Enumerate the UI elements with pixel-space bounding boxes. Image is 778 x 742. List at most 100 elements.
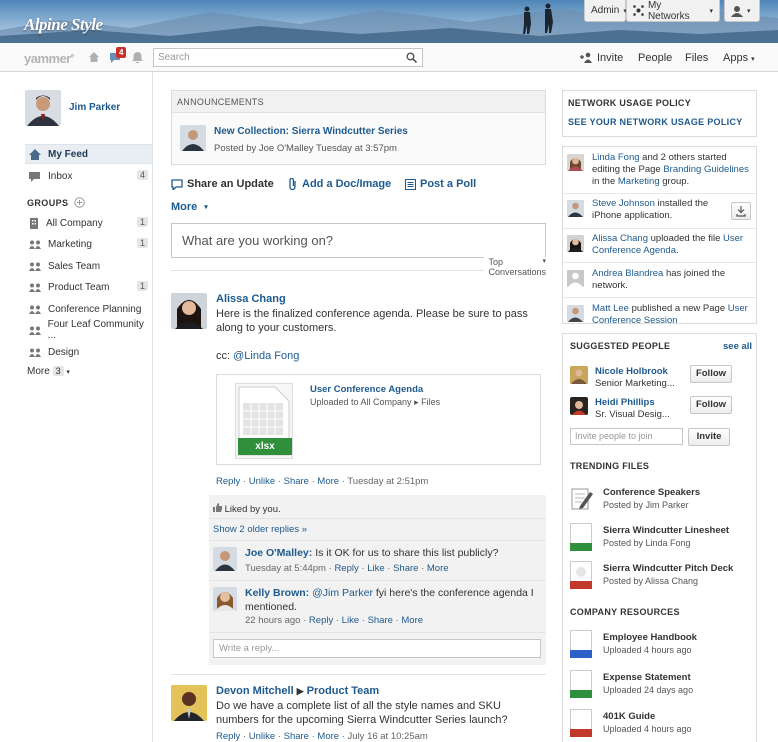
my-networks-button[interactable]: My Networks ▾ <box>626 0 720 22</box>
activity-avatar[interactable] <box>567 200 584 217</box>
profile-name-link[interactable]: Jim Parker <box>69 102 120 113</box>
home-icon[interactable] <box>88 51 100 63</box>
share-link[interactable]: Share <box>368 615 393 626</box>
show-older-replies-link[interactable]: Show 2 older replies » <box>213 524 307 535</box>
policy-link[interactable]: SEE YOUR NETWORK USAGE POLICY <box>568 117 743 127</box>
reply-timestamp[interactable]: 22 hours ago <box>245 615 300 626</box>
invite-button[interactable]: Invite <box>688 428 730 446</box>
add-group-icon[interactable] <box>74 197 86 208</box>
suggested-person-name[interactable]: Heidi Phillips <box>595 397 655 408</box>
share-link[interactable]: Share <box>284 731 309 742</box>
sidebar-item-my-feed[interactable]: My Feed <box>25 144 152 164</box>
activity-avatar[interactable] <box>567 305 584 322</box>
notifications-bell-icon[interactable] <box>132 51 143 63</box>
composer-input[interactable]: What are you working on? <box>171 223 546 258</box>
search-input[interactable]: Search <box>153 48 423 67</box>
post-timestamp[interactable]: Tuesday at 2:51pm <box>347 476 428 487</box>
post-author-link[interactable]: Devon Mitchell ▶ Product Team <box>216 685 379 697</box>
default-avatar[interactable] <box>567 270 584 287</box>
download-app-button[interactable] <box>731 202 751 220</box>
reply-author-avatar[interactable] <box>213 547 237 571</box>
admin-menu-button[interactable]: Admin▾ <box>584 0 627 22</box>
search-icon[interactable] <box>406 52 417 63</box>
post-author-avatar[interactable] <box>171 293 207 329</box>
excel-file-icon[interactable] <box>570 523 592 551</box>
people-link[interactable]: People <box>638 52 672 64</box>
reply-timestamp[interactable]: Tuesday at 5:44pm <box>245 563 326 574</box>
invite-email-input[interactable]: Invite people to join <box>570 428 683 445</box>
sidebar-item-marketing[interactable]: Marketing 1 <box>25 234 152 254</box>
trending-file-link[interactable]: Sierra Windcutter Pitch Deck <box>603 563 733 574</box>
reply-link[interactable]: Reply <box>216 731 240 742</box>
file-attachment-card[interactable]: xlsx User Conference Agenda Uploaded to … <box>216 374 541 465</box>
trending-file-link[interactable]: Conference Speakers <box>603 487 700 498</box>
activity-user-link[interactable]: Alissa Chang <box>592 233 648 244</box>
follow-button[interactable]: Follow <box>690 365 732 383</box>
reply-link[interactable]: Reply <box>216 476 240 487</box>
files-link[interactable]: Files <box>685 52 708 64</box>
sidebar-item-four-leaf-community[interactable]: Four Leaf Community ... <box>25 319 152 341</box>
reply-author-avatar[interactable] <box>213 587 237 611</box>
sidebar-item-sales-team[interactable]: Sales Team <box>25 256 152 276</box>
invite-people-icon[interactable] <box>579 52 593 63</box>
reply-link[interactable]: Reply <box>334 563 358 574</box>
activity-user-link[interactable]: Andrea Blandrea <box>592 268 663 279</box>
more-link[interactable]: More <box>317 476 339 487</box>
post-poll-tab[interactable]: Post a Poll <box>405 178 476 190</box>
post-author-avatar[interactable] <box>171 685 207 721</box>
user-menu-button[interactable]: ▾ <box>724 0 760 22</box>
follow-button[interactable]: Follow <box>690 396 732 414</box>
activity-user-link[interactable]: Matt Lee <box>592 303 629 314</box>
more-link[interactable]: More <box>401 615 423 626</box>
sidebar-item-design[interactable]: Design <box>25 342 152 362</box>
sidebar-item-all-company[interactable]: All Company 1 <box>25 213 152 233</box>
more-link[interactable]: More <box>317 731 339 742</box>
xlsx-file-thumbnail[interactable]: xlsx <box>235 383 293 459</box>
reply-link[interactable]: Reply <box>309 615 333 626</box>
invite-link[interactable]: Invite <box>597 52 623 64</box>
sidebar-item-inbox[interactable]: Inbox 4 <box>25 166 152 186</box>
reply-author-link[interactable]: Kelly Brown: <box>245 587 309 599</box>
powerpoint-file-icon[interactable] <box>570 561 592 589</box>
unlike-link[interactable]: Unlike <box>249 476 275 487</box>
post-author-link[interactable]: Alissa Chang <box>216 293 286 305</box>
activity-user-link[interactable]: Steve Johnson <box>592 198 655 209</box>
sidebar-item-product-team[interactable]: Product Team 1 <box>25 277 152 297</box>
pdf-file-icon[interactable] <box>570 709 592 737</box>
mention-link[interactable]: @Linda Fong <box>233 350 299 362</box>
post-group-link[interactable]: Product Team <box>307 685 380 697</box>
more-actions-menu[interactable]: More ▾ <box>171 201 208 213</box>
share-update-tab[interactable]: Share an Update <box>171 178 274 190</box>
network-logo[interactable]: Alpine Style <box>24 15 103 35</box>
note-pencil-icon[interactable] <box>570 486 594 512</box>
activity-page-link[interactable]: Branding Guidelines <box>663 164 749 175</box>
sidebar-item-conference-planning[interactable]: Conference Planning <box>25 299 152 319</box>
suggested-person-avatar[interactable] <box>570 366 588 384</box>
activity-avatar[interactable] <box>567 154 584 171</box>
post-timestamp[interactable]: July 16 at 10:25am <box>348 731 428 742</box>
activity-group-link[interactable]: Marketing <box>618 176 660 187</box>
trending-file-link[interactable]: Sierra Windcutter Linesheet <box>603 525 729 536</box>
like-link[interactable]: Like <box>367 563 384 574</box>
profile-avatar[interactable] <box>25 90 61 126</box>
suggested-person-avatar[interactable] <box>570 397 588 415</box>
like-link[interactable]: Like <box>342 615 359 626</box>
announcement-author-avatar[interactable] <box>180 125 206 151</box>
mention-link[interactable]: @Jim Parker <box>312 587 373 599</box>
yammer-logo[interactable]: yammere <box>24 51 74 66</box>
more-groups-link[interactable]: More 3 ▾ <box>27 366 70 377</box>
word-file-icon[interactable] <box>570 630 592 658</box>
suggested-person-name[interactable]: Nicole Holbrook <box>595 366 668 377</box>
reply-input[interactable]: Write a reply... <box>213 639 541 658</box>
apps-menu[interactable]: Apps ▾ <box>723 52 755 64</box>
resource-file-link[interactable]: 401K Guide <box>603 711 655 722</box>
more-link[interactable]: More <box>427 563 449 574</box>
activity-user-link[interactable]: Linda Fong <box>592 152 640 163</box>
announcement-title-link[interactable]: New Collection: Sierra Windcutter Series <box>214 126 408 137</box>
resource-file-link[interactable]: Expense Statement <box>603 672 691 683</box>
excel-file-icon[interactable] <box>570 670 592 698</box>
reply-author-link[interactable]: Joe O'Malley: <box>245 547 312 559</box>
see-all-link[interactable]: see all <box>723 341 752 352</box>
share-link[interactable]: Share <box>284 476 309 487</box>
unlike-link[interactable]: Unlike <box>249 731 275 742</box>
